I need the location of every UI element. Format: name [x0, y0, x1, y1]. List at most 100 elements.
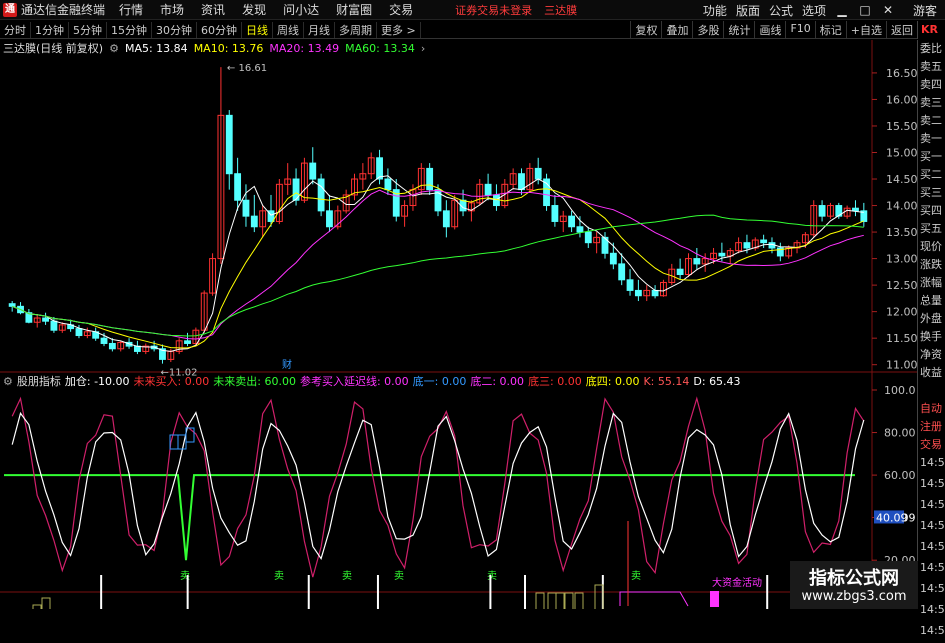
period-15min[interactable]: 15分钟	[107, 21, 152, 38]
signal-box-yellow	[555, 592, 565, 609]
side-item-27: 14:55	[920, 540, 945, 553]
menu-caifuquan[interactable]: 财富圈	[336, 1, 372, 18]
price-axis-label: 15.00	[886, 146, 917, 159]
candle-body	[50, 320, 58, 331]
price-axis-label: 11.50	[886, 332, 917, 345]
candle-body	[8, 303, 16, 307]
period-5min[interactable]: 5分钟	[69, 21, 107, 38]
current-stock-name: 三达膜	[544, 3, 578, 17]
tool-back[interactable]: 返回	[886, 21, 917, 39]
fund-activity-bar	[710, 591, 719, 607]
candle-body	[442, 210, 450, 228]
candle-body	[618, 263, 626, 281]
chart-area[interactable]: 16.50 16.00 15.50 15.00 14.50 14.00 13.50 13.00…	[0, 40, 917, 609]
menu-xuanxiang[interactable]: 选项	[802, 2, 826, 19]
fund-activity-outline	[619, 591, 689, 607]
login-warning[interactable]: 证券交易未登录	[455, 2, 532, 18]
candle-body	[250, 215, 258, 228]
kr-label[interactable]: KR	[917, 21, 945, 39]
candle-body	[534, 167, 542, 180]
menu-hangqing[interactable]: 行情	[119, 1, 143, 18]
price-axis-label: 12.00	[886, 306, 917, 319]
ma10-label: MA10: 13.76	[193, 41, 264, 55]
period-60min[interactable]: 60分钟	[197, 21, 242, 38]
side-item-24: 14:55	[920, 477, 945, 490]
side-item-21[interactable]: 注册	[918, 418, 945, 436]
app-title: 通达信金融终端	[21, 3, 106, 17]
candle-body	[426, 167, 434, 191]
wlmr-value: 未来买入: 0.00	[133, 375, 210, 388]
tool-add-watchlist[interactable]: +自选	[845, 21, 886, 39]
candle-body	[234, 173, 242, 201]
candle-body	[693, 258, 701, 265]
indicator-settings-icon[interactable]: ⚙	[3, 375, 13, 388]
candle-body	[376, 157, 383, 180]
side-item-13: 涨幅	[920, 276, 942, 289]
period-fenshi[interactable]: 分时	[0, 21, 31, 38]
menu-shichang[interactable]: 市场	[160, 1, 184, 18]
side-item-22[interactable]: 交易	[918, 436, 945, 454]
menu-banmian[interactable]: 版面	[736, 2, 760, 19]
maximize-icon[interactable]: □	[858, 3, 872, 17]
side-item-19	[918, 382, 945, 400]
minimize-icon[interactable]: ▁	[835, 3, 849, 17]
price-axis-label: 16.00	[886, 93, 917, 106]
menu-faxian[interactable]: 发现	[242, 1, 266, 18]
ma5-label: MA5: 13.84	[124, 41, 188, 55]
candle-body	[676, 268, 684, 276]
period-daily[interactable]: 日线	[242, 21, 273, 38]
tool-tongji[interactable]: 统计	[723, 21, 754, 39]
guest-label[interactable]: 游客	[913, 2, 937, 19]
candle-body	[743, 242, 751, 249]
ind-marker-label: 40.09	[876, 511, 908, 524]
candle-body	[626, 279, 634, 291]
side-item-25: 14:55	[920, 498, 945, 511]
period-30min[interactable]: 30分钟	[152, 21, 197, 38]
settings-gear-icon[interactable]: ⚙	[109, 42, 119, 55]
main-chart-header: 三达膜(日线 前复权) ⚙ MA5: 13.84 MA10: 13.76 MA2…	[0, 40, 431, 56]
ma20-label: MA20: 13.49	[269, 41, 340, 55]
tool-fuquan[interactable]: 复权	[630, 21, 661, 39]
tool-diejia[interactable]: 叠加	[661, 21, 692, 39]
side-item-20[interactable]: 自动	[918, 400, 945, 418]
menu-gongshi[interactable]: 公式	[769, 2, 793, 19]
period-multi[interactable]: 多周期	[335, 21, 377, 38]
side-item-3: 卖三	[920, 96, 942, 109]
side-item-9: 买四	[920, 204, 942, 217]
signal-box-yellow	[41, 597, 51, 609]
title-bar: 通 通达信金融终端 行情 市场 资讯 发现 问小达 财富圈 交易 证券交易未登录…	[0, 0, 945, 20]
candle-body	[818, 205, 826, 217]
menu-jiaoyi[interactable]: 交易	[389, 1, 413, 18]
close-icon[interactable]: ✕	[881, 3, 895, 17]
k-value: K: 55.14	[643, 374, 690, 388]
side-item-2: 卖四	[920, 78, 942, 91]
side-item-28: 14:55	[920, 561, 945, 574]
sell-marker: 卖	[487, 570, 497, 582]
period-weekly[interactable]: 周线	[273, 21, 304, 38]
menu-wenxiaoda[interactable]: 问小达	[283, 1, 319, 18]
menu-gongneng[interactable]: 功能	[703, 2, 727, 19]
period-monthly[interactable]: 月线	[304, 21, 335, 38]
tool-biaoji[interactable]: 标记	[814, 21, 846, 39]
d-value: D: 65.43	[693, 374, 741, 388]
sell-marker: 卖	[274, 570, 284, 582]
sell-marker: 卖	[342, 570, 352, 582]
tool-huaxian[interactable]: 画线	[754, 21, 785, 39]
period-1min[interactable]: 1分钟	[31, 21, 69, 38]
signal-box-yellow	[32, 604, 42, 609]
ma60-line	[12, 214, 864, 337]
finance-marker: 财	[282, 358, 292, 371]
chevron-down-icon[interactable]: ›	[421, 42, 425, 55]
price-axis-label: 11.00	[886, 359, 917, 372]
indicator-title: 股朋指标	[16, 375, 61, 388]
candle-body	[100, 337, 108, 344]
price-axis-label: 15.50	[886, 120, 917, 133]
menu-zixun[interactable]: 资讯	[201, 1, 225, 18]
candle-body	[651, 289, 659, 297]
candle-body	[184, 340, 191, 344]
candle-body	[576, 226, 584, 233]
tool-duogu[interactable]: 多股	[692, 21, 723, 39]
tool-f10[interactable]: F10	[785, 21, 814, 39]
side-item-11: 现价	[920, 240, 942, 253]
period-more[interactable]: 更多 >	[377, 21, 421, 38]
